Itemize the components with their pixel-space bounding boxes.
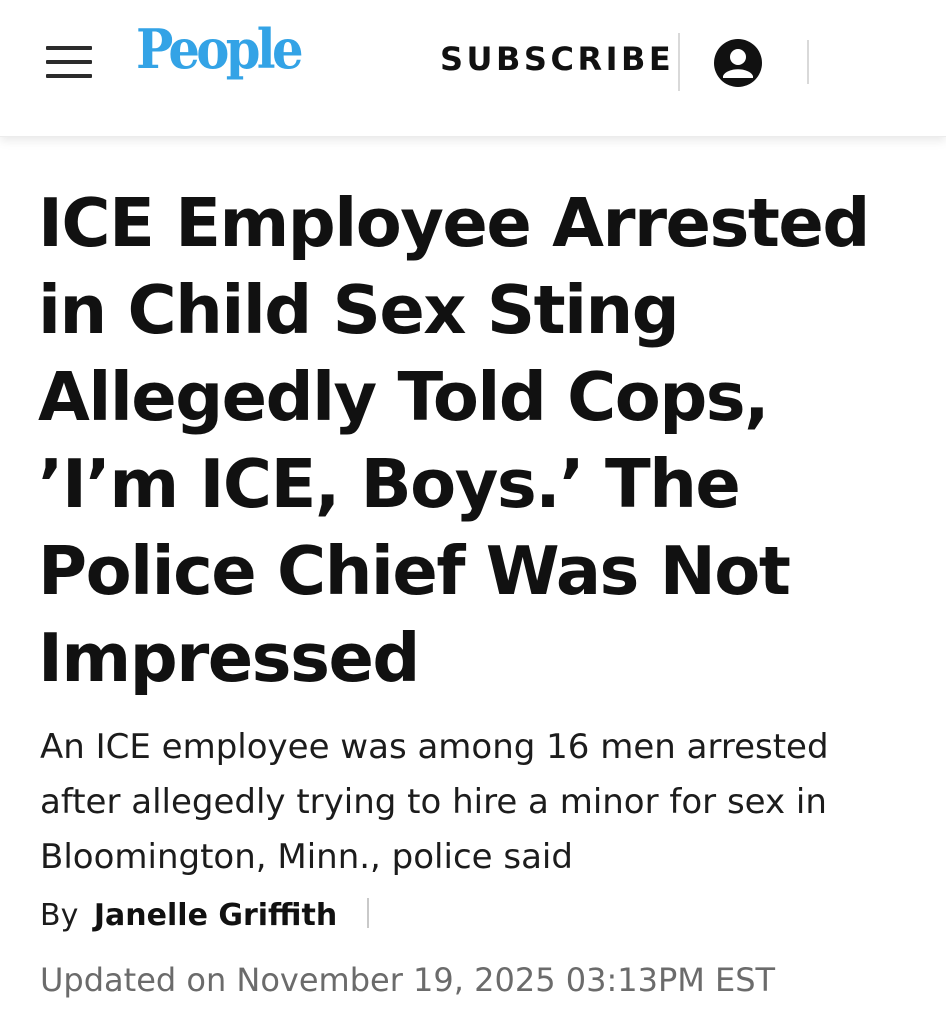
byline: By Janelle Griffith [40,893,369,939]
people-logo[interactable]: People [136,22,304,76]
header-divider [678,33,680,91]
author-link[interactable]: Janelle Griffith [94,898,337,933]
byline-prefix: By [40,898,79,933]
user-account-icon[interactable] [713,38,763,88]
user-account-svg [714,39,762,87]
article-subheadline: An ICE employee was among 16 men arreste… [40,727,829,877]
updated-timestamp: Updated on November 19, 2025 03:13PM EST [40,961,776,999]
header-divider [807,40,809,84]
subscribe-button[interactable]: SUBSCRIBE [440,40,674,78]
byline-divider [366,897,369,928]
menu-bar [46,46,92,50]
hamburger-menu-icon[interactable] [46,46,92,78]
site-header: People SUBSCRIBE [0,0,946,137]
menu-bar [46,60,92,64]
menu-bar [46,74,92,78]
article-headline: ICE Employee Arrested in Child Sex Sting… [38,184,870,697]
